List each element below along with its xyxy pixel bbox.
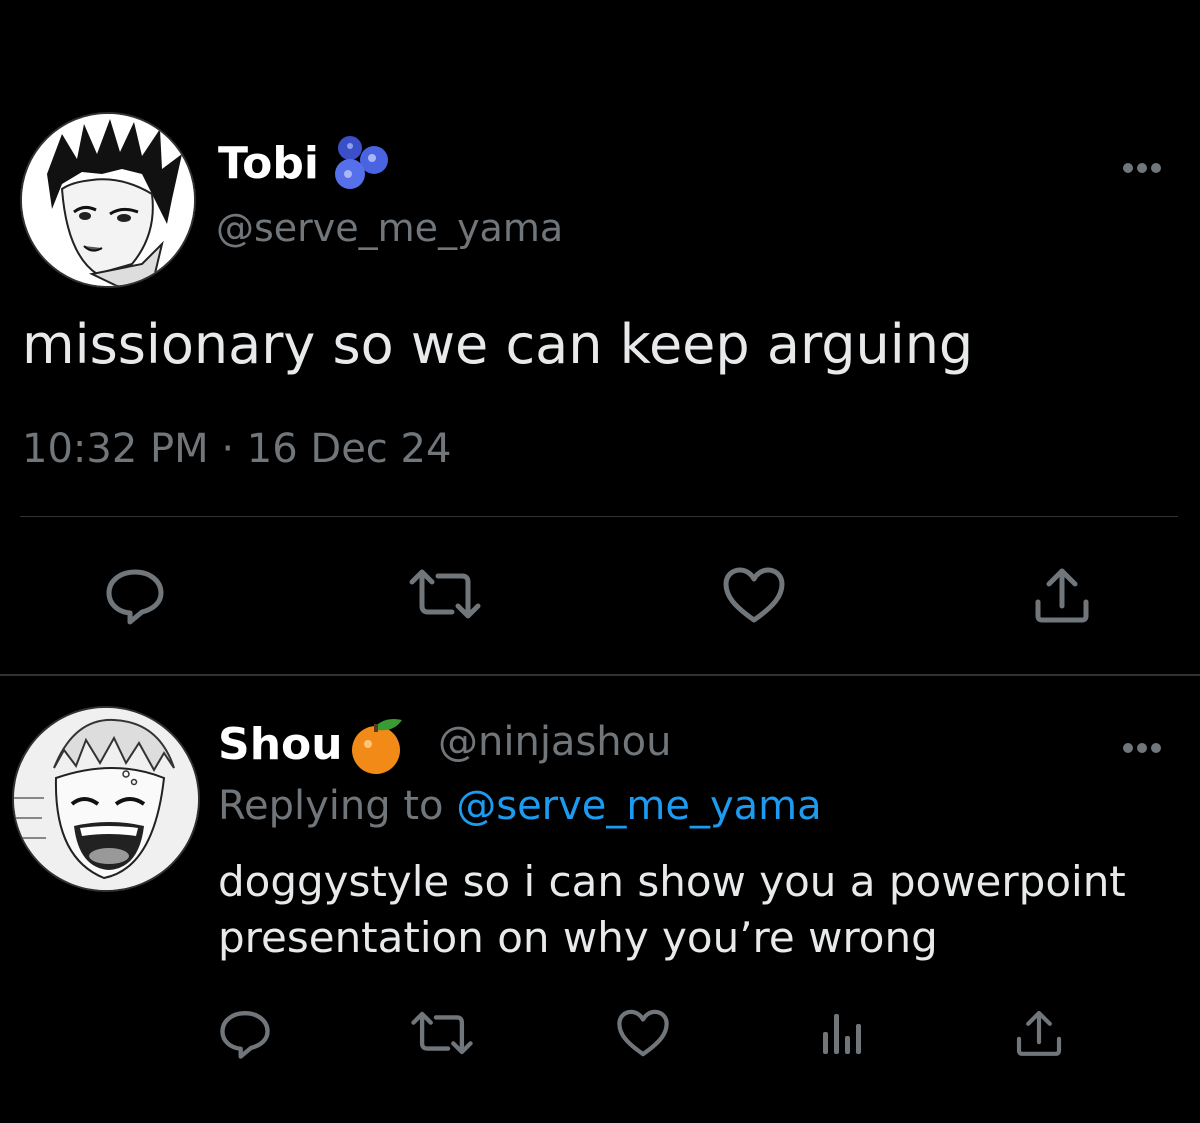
replying-to: Replying to @serve_me_yama bbox=[218, 782, 822, 830]
tweet-text: missionary so we can keep arguing bbox=[22, 313, 974, 376]
more-options-icon[interactable] bbox=[1118, 158, 1166, 178]
reply-text-line: doggystyle so i can show you a powerpoin… bbox=[218, 857, 1126, 906]
manga-portrait-image bbox=[14, 708, 198, 890]
blueberries-emoji bbox=[330, 134, 390, 192]
like-icon[interactable] bbox=[722, 566, 786, 624]
time-separator: · bbox=[221, 426, 235, 472]
timestamp[interactable]: 10:32 PM · 16 Dec 24 bbox=[22, 426, 451, 472]
tweet-date: 16 Dec 24 bbox=[246, 426, 452, 472]
share-icon[interactable] bbox=[1032, 566, 1092, 624]
reply-text-line: presentation on why you’re wrong bbox=[218, 913, 938, 962]
tangerine-emoji bbox=[346, 716, 408, 776]
more-options-icon[interactable] bbox=[1118, 738, 1166, 758]
retweet-icon[interactable] bbox=[410, 1010, 474, 1056]
reply-icon[interactable] bbox=[218, 1008, 272, 1060]
retweet-icon[interactable] bbox=[408, 568, 482, 620]
avatar[interactable] bbox=[12, 706, 200, 892]
replying-handle-link[interactable]: @serve_me_yama bbox=[456, 783, 821, 829]
reply-text: doggystyle so i can show you a powerpoin… bbox=[218, 854, 1126, 966]
handle[interactable]: @serve_me_yama bbox=[216, 206, 563, 250]
display-name[interactable]: Shou bbox=[218, 720, 343, 770]
handle[interactable]: @ninjashou bbox=[438, 718, 671, 766]
share-icon[interactable] bbox=[1014, 1008, 1064, 1058]
display-name[interactable]: Tobi bbox=[218, 140, 319, 188]
analytics-icon[interactable] bbox=[820, 1010, 864, 1056]
tweet-time: 10:32 PM bbox=[22, 426, 209, 472]
manga-portrait-image bbox=[22, 114, 194, 286]
divider bbox=[20, 516, 1178, 517]
reply-icon[interactable] bbox=[104, 566, 166, 626]
like-icon[interactable] bbox=[616, 1008, 670, 1058]
section-divider bbox=[0, 674, 1200, 676]
replying-prefix: Replying to bbox=[218, 783, 444, 829]
avatar[interactable] bbox=[20, 112, 196, 288]
